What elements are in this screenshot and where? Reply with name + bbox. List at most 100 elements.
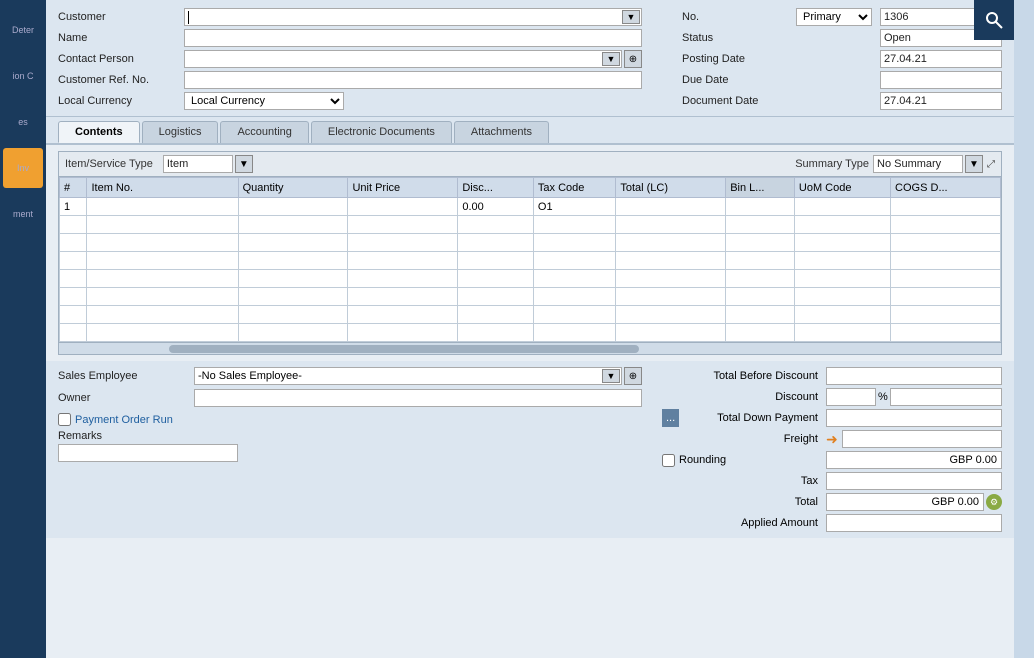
cell-item-no[interactable]	[87, 288, 238, 306]
payment-order-checkbox[interactable]	[58, 413, 71, 426]
cell-num[interactable]: 1	[60, 198, 87, 216]
owner-input[interactable]	[194, 389, 642, 407]
cell-cogs-d[interactable]	[891, 270, 1001, 288]
cell-uom-code[interactable]	[794, 288, 890, 306]
customer-ref-input[interactable]	[184, 71, 642, 89]
tab-contents[interactable]: Contents	[58, 121, 140, 143]
cell-bin-l[interactable]	[726, 216, 795, 234]
cell-tax-code[interactable]: O1	[533, 198, 615, 216]
cell-total-lc[interactable]	[616, 216, 726, 234]
item-type-dropdown-btn[interactable]: ▼	[235, 155, 253, 173]
cell-item-no[interactable]	[87, 306, 238, 324]
sales-employee-input[interactable]: -No Sales Employee- ▼	[194, 367, 622, 385]
cell-tax-code[interactable]	[533, 324, 615, 342]
cell-bin-l[interactable]	[726, 324, 795, 342]
contact-person-input[interactable]: ▼	[184, 50, 622, 68]
cell-item-no[interactable]	[87, 234, 238, 252]
cell-num[interactable]	[60, 234, 87, 252]
primary-select[interactable]: Primary	[796, 8, 872, 26]
sidebar-item-inv[interactable]: Inv	[3, 148, 43, 188]
cell-uom-code[interactable]	[794, 270, 890, 288]
tab-logistics[interactable]: Logistics	[142, 121, 219, 143]
cell-total-lc[interactable]	[616, 234, 726, 252]
table-row[interactable]	[60, 234, 1001, 252]
expand-icon[interactable]: ⤢	[987, 159, 995, 170]
cell-num[interactable]	[60, 306, 87, 324]
cell-cogs-d[interactable]	[891, 324, 1001, 342]
table-row[interactable]	[60, 324, 1001, 342]
name-input[interactable]	[184, 29, 642, 47]
cell-tax-code[interactable]	[533, 288, 615, 306]
cell-quantity[interactable]	[238, 288, 348, 306]
cell-num[interactable]	[60, 270, 87, 288]
discount-percent-input[interactable]	[826, 388, 876, 406]
cell-num[interactable]	[60, 216, 87, 234]
rounding-checkbox[interactable]	[662, 454, 675, 467]
cell-bin-l[interactable]	[726, 306, 795, 324]
cell-tax-code[interactable]	[533, 270, 615, 288]
search-button[interactable]	[974, 0, 1014, 40]
cell-bin-l[interactable]	[726, 252, 795, 270]
cell-uom-code[interactable]	[794, 198, 890, 216]
cell-item-no[interactable]	[87, 216, 238, 234]
sales-employee-dropdown-btn[interactable]: ▼	[602, 369, 620, 383]
cell-quantity[interactable]	[238, 306, 348, 324]
local-currency-select[interactable]: Local Currency	[184, 92, 344, 110]
cell-tax-code[interactable]	[533, 216, 615, 234]
summary-type-dropdown-btn[interactable]: ▼	[965, 155, 983, 173]
cell-total-lc[interactable]	[616, 288, 726, 306]
cell-total-lc[interactable]	[616, 324, 726, 342]
cell-cogs-d[interactable]	[891, 306, 1001, 324]
cell-bin-l[interactable]	[726, 234, 795, 252]
cell-tax-code[interactable]	[533, 234, 615, 252]
tab-attachments[interactable]: Attachments	[454, 121, 549, 143]
cell-quantity[interactable]	[238, 234, 348, 252]
cell-unit-price[interactable]	[348, 324, 458, 342]
cell-total-lc[interactable]	[616, 198, 726, 216]
cell-cogs-d[interactable]	[891, 216, 1001, 234]
cell-disc[interactable]	[458, 252, 534, 270]
table-row[interactable]	[60, 216, 1001, 234]
cell-unit-price[interactable]	[348, 216, 458, 234]
cell-quantity[interactable]	[238, 216, 348, 234]
cell-unit-price[interactable]	[348, 306, 458, 324]
cell-item-no[interactable]	[87, 324, 238, 342]
cell-tax-code[interactable]	[533, 252, 615, 270]
cell-disc[interactable]	[458, 234, 534, 252]
cell-uom-code[interactable]	[794, 324, 890, 342]
customer-dropdown-btn[interactable]: ▼	[622, 10, 640, 24]
table-row[interactable]	[60, 270, 1001, 288]
scroll-thumb[interactable]	[169, 345, 639, 353]
cell-tax-code[interactable]	[533, 306, 615, 324]
cell-unit-price[interactable]	[348, 198, 458, 216]
sidebar-item-ment[interactable]: ment	[3, 194, 43, 234]
sidebar-item-ion[interactable]: ion C	[3, 56, 43, 96]
cell-disc[interactable]	[458, 216, 534, 234]
cell-quantity[interactable]	[238, 270, 348, 288]
cell-uom-code[interactable]	[794, 252, 890, 270]
cell-disc[interactable]	[458, 288, 534, 306]
cell-bin-l[interactable]	[726, 198, 795, 216]
cell-quantity[interactable]	[238, 324, 348, 342]
cell-quantity[interactable]	[238, 198, 348, 216]
customer-input[interactable]: ▼	[184, 8, 642, 26]
cell-uom-code[interactable]	[794, 306, 890, 324]
cell-quantity[interactable]	[238, 252, 348, 270]
cell-item-no[interactable]	[87, 270, 238, 288]
cell-cogs-d[interactable]	[891, 198, 1001, 216]
cell-num[interactable]	[60, 252, 87, 270]
cell-unit-price[interactable]	[348, 288, 458, 306]
cell-uom-code[interactable]	[794, 216, 890, 234]
cell-disc[interactable]	[458, 306, 534, 324]
cell-cogs-d[interactable]	[891, 234, 1001, 252]
table-row[interactable]	[60, 288, 1001, 306]
cell-disc[interactable]	[458, 270, 534, 288]
sidebar-item-es[interactable]: es	[3, 102, 43, 142]
gear-icon[interactable]: ⚙	[986, 494, 1002, 510]
table-row[interactable]	[60, 306, 1001, 324]
cell-total-lc[interactable]	[616, 306, 726, 324]
cell-num[interactable]	[60, 288, 87, 306]
cell-total-lc[interactable]	[616, 270, 726, 288]
table-row[interactable]	[60, 252, 1001, 270]
cell-num[interactable]	[60, 324, 87, 342]
